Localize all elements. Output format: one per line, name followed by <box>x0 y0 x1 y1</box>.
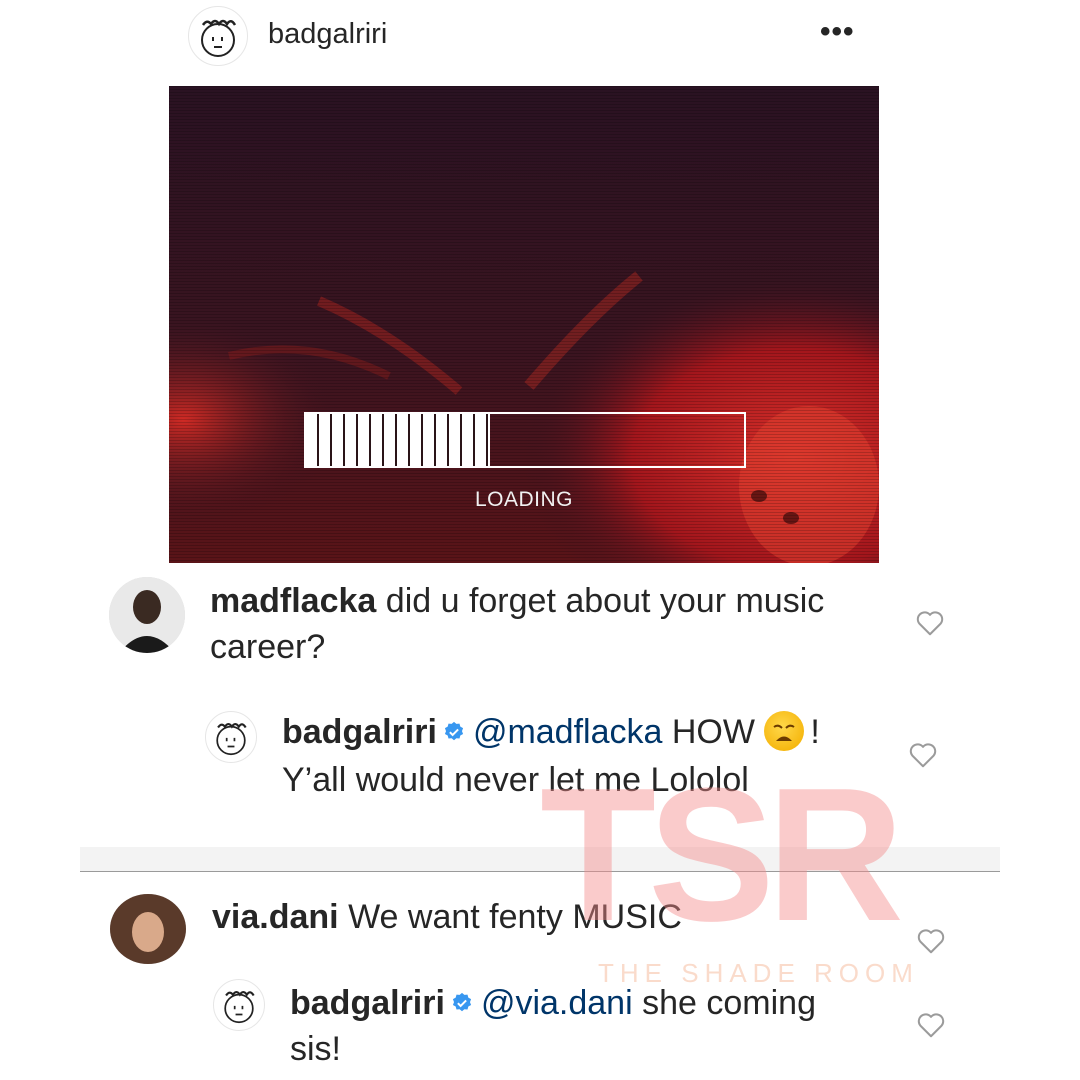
weary-face-emoji-icon <box>764 711 805 752</box>
like-heart-icon[interactable] <box>916 926 946 956</box>
reply-comment: badgalriri @madflacka HOW ! Y’all would n… <box>282 709 842 803</box>
verified-badge-icon <box>452 992 472 1012</box>
user-photo-icon <box>110 894 186 964</box>
post-author-avatar[interactable] <box>188 6 248 66</box>
comment-body: HOW <box>671 713 755 751</box>
like-heart-icon[interactable] <box>916 1010 946 1040</box>
comment-username[interactable]: via.dani <box>212 898 339 936</box>
post-image[interactable]: LOADING <box>169 86 879 563</box>
loading-progress-fill <box>306 414 490 466</box>
more-options-icon[interactable]: ••• <box>820 10 855 54</box>
comment-username[interactable]: badgalriri <box>290 984 445 1022</box>
doodle-face-icon <box>224 991 255 1024</box>
like-heart-icon[interactable] <box>908 740 938 770</box>
user-photo-icon <box>109 577 185 653</box>
comment-username[interactable]: madflacka <box>210 582 376 620</box>
reply-author-avatar[interactable] <box>205 711 257 763</box>
reply-author-avatar[interactable] <box>213 979 265 1031</box>
comment-body: We want fenty MUSIC <box>348 898 682 936</box>
comment-section-divider <box>80 847 1000 872</box>
post-author-username[interactable]: badgalriri <box>268 14 387 54</box>
verified-badge-icon <box>444 721 464 741</box>
mention-link[interactable]: @via.dani <box>481 984 633 1022</box>
loading-progress-bar <box>304 412 746 468</box>
comment: madflacka did u forget about your music … <box>210 578 870 670</box>
commenter-avatar[interactable] <box>109 577 185 653</box>
mention-link[interactable]: @madflacka <box>473 713 662 751</box>
doodle-face-icon <box>201 19 237 57</box>
comment: via.dani We want fenty MUSIC <box>212 894 872 940</box>
commenter-avatar[interactable] <box>110 894 186 964</box>
comment-username[interactable]: badgalriri <box>282 713 437 751</box>
doodle-face-icon <box>216 723 247 756</box>
loading-label: LOADING <box>474 488 574 511</box>
reply-comment: badgalriri @via.dani she coming sis! <box>290 980 830 1072</box>
like-heart-icon[interactable] <box>915 608 945 638</box>
